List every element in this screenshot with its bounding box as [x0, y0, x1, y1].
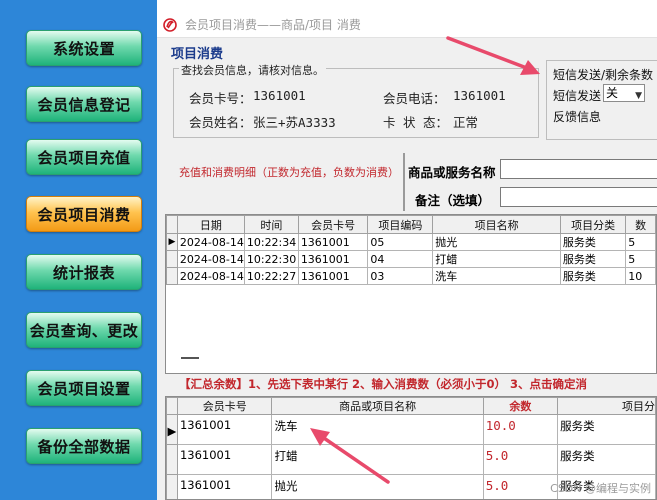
table-cell: 04	[367, 250, 434, 268]
member-name-label: 会员姓名：	[189, 115, 252, 130]
table-cell: 2024-08-14	[176, 267, 245, 285]
table-cell: 10	[625, 267, 656, 285]
column-header[interactable]: 项目分	[557, 397, 656, 415]
backup-all-data-button[interactable]: 备份全部数据	[26, 428, 142, 464]
column-header[interactable]: 项目分类	[559, 215, 627, 234]
statistics-report-button[interactable]: 统计报表	[26, 254, 142, 290]
app-logo-icon	[163, 17, 177, 32]
product-name-input[interactable]	[500, 159, 657, 179]
table-cell: 05	[367, 233, 434, 251]
history-table[interactable]: 日期 时间 会员卡号 项目编码 项目名称 项目分类 数 ▶ 2024-08-14…	[165, 214, 657, 374]
row-selector-header	[166, 215, 178, 234]
table-cell: 10.0	[482, 414, 559, 445]
column-header[interactable]: 会员卡号	[176, 397, 273, 415]
column-header[interactable]: 时间	[243, 215, 299, 234]
window-title: 会员项目消费——商品/项目 消费	[185, 18, 361, 32]
table-cell: 服务类	[559, 267, 627, 285]
column-header[interactable]: 项目编码	[367, 215, 434, 234]
column-header[interactable]: 会员卡号	[297, 215, 369, 234]
table-cell: 服务类	[559, 233, 627, 251]
current-row-icon: ▶	[166, 233, 178, 251]
table-row[interactable]: 2024-08-14 10:22:27 1361001 03 洗车 服务类 10	[166, 267, 656, 285]
member-info-legend: 查找会员信息，请核对信息。	[179, 62, 326, 78]
table-cell: 洗车	[271, 414, 484, 445]
title-bar: 会员项目消费——商品/项目 消费	[157, 12, 657, 38]
member-query-edit-button[interactable]: 会员查询、更改	[26, 312, 142, 348]
table-cell: 服务类	[557, 414, 656, 445]
table-cell: 1361001	[176, 414, 273, 445]
table-cell: 10:22:34	[243, 233, 299, 251]
remark-input[interactable]	[500, 187, 657, 207]
table-cell: 1361001	[297, 267, 369, 285]
card-status-label: 卡 状 态：	[383, 115, 449, 130]
table-cell: 1361001	[176, 474, 273, 499]
member-project-settings-button[interactable]: 会员项目设置	[26, 370, 142, 406]
column-header[interactable]: 商品或项目名称	[271, 397, 484, 415]
table-cell: 打蜡	[271, 444, 484, 475]
table-cell: 洗车	[432, 267, 561, 285]
consumption-window: 会员项目消费——商品/项目 消费 项目消费 查找会员信息，请核对信息。 会员卡号…	[157, 12, 657, 500]
table-row[interactable]: ▶ 1361001 洗车 10.0 服务类	[166, 414, 656, 445]
card-status-value: 正常	[453, 115, 479, 130]
chevron-down-icon: ▼	[635, 91, 642, 101]
table-cell: 03	[367, 267, 434, 285]
member-recharge-button[interactable]: 会员项目充值	[26, 139, 142, 175]
watermark: CSDN @编程与实例	[550, 482, 651, 495]
table-cell: 1361001	[297, 250, 369, 268]
table-cell: 1361001	[176, 444, 273, 475]
feedback-label: 反馈信息	[553, 110, 602, 124]
system-settings-button[interactable]: 系统设置	[26, 30, 142, 66]
column-header[interactable]: 项目名称	[432, 215, 561, 234]
table-cell: 服务类	[559, 250, 627, 268]
sms-send-value: 关	[606, 86, 619, 100]
table-cell: 5	[625, 250, 656, 268]
table-cell: 2024-08-14	[176, 233, 245, 251]
member-name-value: 张三+苏A3333	[253, 115, 336, 130]
table-cell: 打蜡	[432, 250, 561, 268]
table-cell: 5.0	[482, 444, 559, 475]
table-header-row: 日期 时间 会员卡号 项目编码 项目名称 项目分类 数	[166, 215, 656, 234]
row-selector[interactable]	[166, 267, 178, 285]
table-row[interactable]: 1361001 打蜡 5.0 服务类	[166, 444, 656, 475]
product-name-label: 商品或服务名称	[408, 165, 496, 180]
phone-value: 1361001	[453, 88, 506, 103]
sms-send-label: 短信发送	[553, 89, 602, 103]
column-header[interactable]: 余数	[482, 397, 559, 415]
row-selector-header	[166, 397, 178, 415]
table-cell: 1361001	[297, 233, 369, 251]
member-registration-button[interactable]: 会员信息登记	[26, 86, 142, 122]
horizontal-scrollbar[interactable]	[181, 357, 199, 359]
column-header[interactable]: 数	[625, 215, 656, 234]
sms-send-select[interactable]: 关 ▼	[603, 84, 645, 102]
sidebar: 系统设置 会员信息登记 会员项目充值 会员项目消费 统计报表 会员查询、更改 会…	[0, 0, 157, 500]
remark-label: 备注（选填）	[415, 193, 491, 208]
table-header-row: 会员卡号 商品或项目名称 余数 项目分	[166, 397, 656, 415]
table-cell: 抛光	[432, 233, 561, 251]
table-cell: 抛光	[271, 474, 484, 499]
table-row[interactable]: 2024-08-14 10:22:30 1361001 04 打蜡 服务类 5	[166, 250, 656, 268]
column-header[interactable]: 日期	[176, 215, 245, 234]
table-cell: 10:22:30	[243, 250, 299, 268]
card-number-value: 1361001	[253, 88, 306, 103]
section-title: 项目消费	[171, 47, 224, 62]
table-cell: 服务类	[557, 444, 656, 475]
row-selector[interactable]	[166, 474, 178, 499]
table-cell: 5.0	[482, 474, 559, 499]
card-number-label: 会员卡号：	[189, 91, 252, 106]
row-selector[interactable]	[166, 250, 178, 268]
vertical-divider	[403, 153, 405, 211]
table-cell: 5	[625, 233, 656, 251]
phone-label: 会员电话：	[383, 91, 446, 106]
detail-label: 充值和消费明细（正数为充值，负数为消费）	[179, 166, 399, 179]
summary-instructions: 【汇总余数】1、先选下表中某行 2、输入消费数（必须小于0） 3、点击确定消	[179, 377, 588, 391]
table-row[interactable]: ▶ 2024-08-14 10:22:34 1361001 05 抛光 服务类 …	[166, 233, 656, 251]
table-cell: 2024-08-14	[176, 250, 245, 268]
row-selector[interactable]	[166, 444, 178, 475]
member-consumption-button[interactable]: 会员项目消费	[26, 196, 142, 232]
sms-header: 短信发送/剩余条数	[553, 68, 654, 82]
table-cell: 10:22:27	[243, 267, 299, 285]
current-row-icon: ▶	[166, 414, 178, 445]
